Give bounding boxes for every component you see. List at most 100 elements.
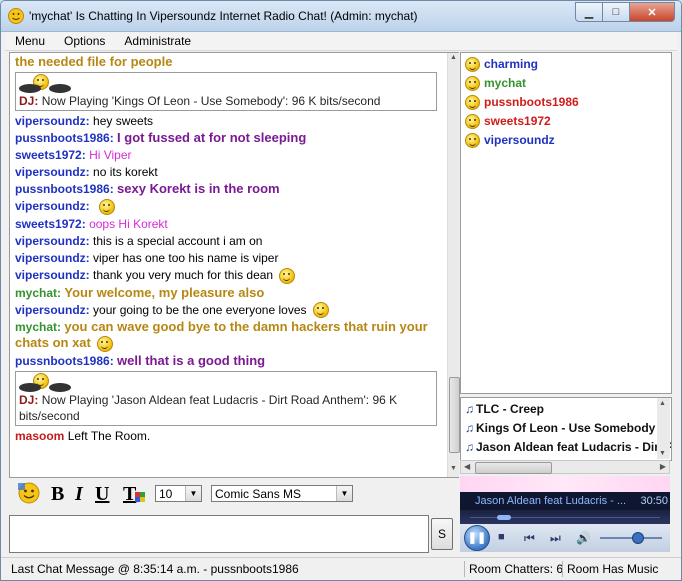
message-text: hey sweets bbox=[93, 114, 154, 128]
message-author[interactable]: pussnboots1986: bbox=[15, 354, 114, 368]
message-text: thank you very much for this dean bbox=[93, 267, 274, 282]
scrollbar-thumb[interactable] bbox=[449, 377, 460, 453]
scroll-down-icon[interactable]: ▼ bbox=[659, 450, 666, 457]
pause-button[interactable]: ❚❚ bbox=[464, 525, 490, 551]
status-bar: Last Chat Message @ 8:35:14 a.m. - pussn… bbox=[1, 557, 681, 580]
previous-icon[interactable]: ⏮ bbox=[524, 531, 535, 546]
title-bar[interactable]: 'mychat' Is Chatting In Vipersoundz Inte… bbox=[1, 1, 681, 32]
font-size-select[interactable]: 10 ▼ bbox=[155, 485, 202, 502]
send-button[interactable]: S bbox=[431, 518, 453, 550]
scroll-down-icon[interactable]: ▼ bbox=[449, 465, 458, 474]
chat-message: sweets1972: Hi Viper bbox=[15, 147, 437, 163]
underline-button[interactable]: U bbox=[95, 483, 109, 506]
speaker-icon[interactable]: 🔊 bbox=[576, 531, 591, 545]
playlist-track[interactable]: ♫ Kings Of Leon - Use Somebody bbox=[465, 419, 655, 437]
playlist-track[interactable]: ♫ TLC - Creep bbox=[465, 400, 544, 418]
music-note-icon: ♫ bbox=[465, 440, 474, 454]
message-author[interactable]: pussnboots1986: bbox=[15, 182, 114, 196]
dj-icon bbox=[19, 373, 433, 393]
message-text: I got fussed at for not sleeping bbox=[117, 130, 307, 145]
message-author[interactable]: pussnboots1986: bbox=[15, 131, 114, 145]
message-author[interactable]: masoom bbox=[15, 429, 64, 443]
chat-message: sweets1972: oops Hi Korekt bbox=[15, 216, 437, 232]
last-message-status: Last Chat Message @ 8:35:14 a.m. - pussn… bbox=[11, 562, 299, 576]
chat-log[interactable]: the needed file for people DJ: Now Playin… bbox=[9, 52, 460, 478]
user-item[interactable]: charming bbox=[465, 55, 538, 73]
message-text: you can wave good bye to the damn hacker… bbox=[15, 319, 428, 351]
menu-menu[interactable]: Menu bbox=[5, 32, 54, 50]
message-text: Hi Viper bbox=[89, 148, 132, 162]
message-author[interactable]: vipersoundz: bbox=[15, 234, 90, 248]
italic-button[interactable]: I bbox=[75, 483, 83, 506]
chat-message: the needed file for people bbox=[15, 54, 437, 70]
chat-message: pussnboots1986: sexy Korekt is in the ro… bbox=[15, 181, 437, 197]
message-input[interactable] bbox=[9, 515, 429, 553]
stop-icon[interactable]: ■ bbox=[498, 531, 505, 543]
chat-messages: the needed file for people DJ: Now Playin… bbox=[15, 53, 437, 444]
emoticon-picker-icon[interactable] bbox=[17, 481, 43, 505]
chat-scrollbar[interactable]: ▲ ▼ bbox=[447, 53, 460, 477]
hscrollbar-thumb[interactable] bbox=[475, 462, 552, 474]
message-author[interactable]: vipersoundz: bbox=[15, 165, 90, 179]
playlist-hscrollbar[interactable]: ◀ ▶ bbox=[460, 460, 670, 474]
track-title: Kings Of Leon - Use Somebody bbox=[476, 421, 656, 435]
music-note-icon: ♫ bbox=[465, 421, 474, 435]
message-text: sexy Korekt is in the room bbox=[117, 181, 280, 196]
message-text: Your welcome, my pleasure also bbox=[64, 284, 265, 300]
menu-administrate[interactable]: Administrate bbox=[114, 32, 200, 50]
message-author[interactable]: vipersoundz: bbox=[15, 199, 90, 213]
playlist-scrollbar[interactable]: ▲ ▼ bbox=[657, 398, 670, 459]
font-family-select[interactable]: Comic Sans MS ▼ bbox=[211, 485, 353, 502]
chat-message: vipersoundz: hey sweets bbox=[15, 113, 437, 129]
message-author[interactable]: mychat: bbox=[15, 286, 61, 300]
message-author[interactable]: vipersoundz: bbox=[15, 303, 90, 317]
scroll-up-icon[interactable]: ▲ bbox=[449, 54, 458, 63]
user-name: mychat bbox=[484, 76, 527, 90]
dj-text: Now Playing 'Jason Aldean feat Ludacris … bbox=[19, 393, 398, 424]
message-author[interactable]: sweets1972: bbox=[15, 217, 86, 231]
visualizer bbox=[460, 476, 670, 492]
next-icon[interactable]: ⏭ bbox=[550, 531, 561, 546]
user-name: sweets1972 bbox=[484, 114, 551, 128]
user-item[interactable]: sweets1972 bbox=[465, 112, 551, 130]
maximize-button[interactable]: □ bbox=[602, 2, 630, 22]
chat-message: pussnboots1986: well that is a good thin… bbox=[15, 353, 437, 369]
message-author[interactable]: sweets1972: bbox=[15, 148, 86, 162]
volume-thumb[interactable] bbox=[632, 532, 645, 544]
chat-message: vipersoundz: thank you very much for thi… bbox=[15, 267, 437, 284]
chat-message: mychat: Your welcome, my pleasure also bbox=[15, 285, 437, 301]
minimize-button[interactable]: ▁ bbox=[575, 2, 603, 22]
seek-bar[interactable] bbox=[460, 510, 670, 524]
user-name: pussnboots1986 bbox=[484, 95, 579, 109]
user-item[interactable]: mychat bbox=[465, 74, 526, 92]
seek-thumb[interactable] bbox=[497, 515, 512, 520]
message-text: this is a special account i am on bbox=[93, 233, 263, 248]
message-author[interactable]: vipersoundz: bbox=[15, 268, 90, 282]
message-author[interactable]: vipersoundz: bbox=[15, 251, 90, 265]
scroll-right-icon[interactable]: ▶ bbox=[660, 462, 666, 471]
music-playlist[interactable]: ♫ TLC - Creep ♫ Kings Of Leon - Use Somebod… bbox=[460, 397, 672, 461]
user-item[interactable]: pussnboots1986 bbox=[465, 93, 579, 111]
dj-label: DJ: bbox=[19, 393, 39, 408]
track-title: TLC - Creep bbox=[476, 402, 545, 416]
smiley-icon bbox=[312, 302, 329, 319]
dj-icon bbox=[19, 74, 433, 93]
color-swatch-icon[interactable] bbox=[135, 492, 145, 502]
playlist-track[interactable]: ♫Jason Aldean feat Ludacris - Dirt Road … bbox=[465, 438, 671, 456]
smiley-icon bbox=[99, 198, 116, 215]
message-text: viper has one too his name is viper bbox=[93, 250, 279, 265]
user-name: vipersoundz bbox=[484, 133, 555, 147]
scroll-left-icon[interactable]: ◀ bbox=[464, 462, 470, 471]
user-item[interactable]: vipersoundz bbox=[465, 131, 555, 149]
bold-button[interactable]: B bbox=[51, 483, 64, 506]
scroll-up-icon[interactable]: ▲ bbox=[659, 400, 666, 407]
close-button[interactable]: ✕ bbox=[629, 2, 675, 22]
smiley-icon bbox=[96, 336, 113, 353]
font-size-value: 10 bbox=[159, 487, 173, 501]
app-icon bbox=[8, 8, 24, 24]
menu-options[interactable]: Options bbox=[54, 32, 114, 50]
message-text: oops Hi Korekt bbox=[89, 216, 168, 231]
message-author[interactable]: vipersoundz: bbox=[15, 114, 90, 128]
user-list[interactable]: charming mychat pussnboots1986 sweets1972 vi… bbox=[460, 52, 672, 394]
message-author[interactable]: mychat: bbox=[15, 320, 61, 334]
